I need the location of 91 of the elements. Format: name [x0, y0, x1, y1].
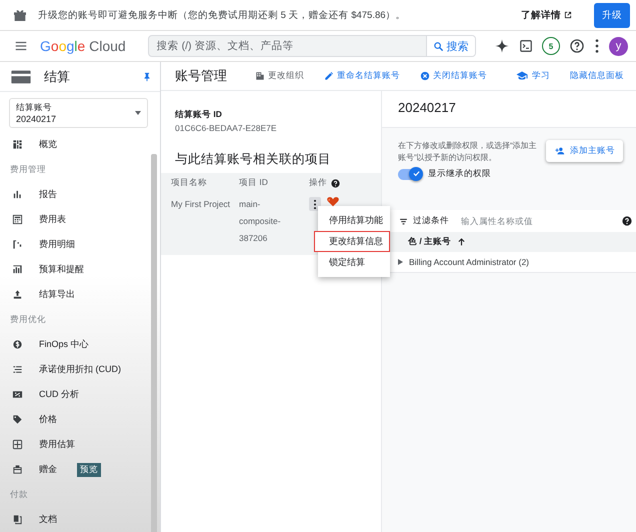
field-label: 结算账号 ID — [174, 109, 223, 121]
notification-badge[interactable]: 5 — [542, 37, 560, 55]
menu-icon — [14, 39, 28, 53]
nav-item[interactable]: 承诺使用折扣 (CUD) — [0, 357, 148, 382]
nav-item[interactable]: FinOps 中心 — [0, 332, 148, 357]
nav-item[interactable]: 文档 — [0, 507, 148, 532]
account-id: 01C6C6-BEDAA7-E28E7E — [174, 123, 278, 133]
learn-more-link[interactable]: 了解详情 — [521, 8, 572, 22]
learn-button[interactable]: 学习 — [509, 70, 556, 82]
table-cell-text: main-composite-387206 — [239, 198, 282, 245]
heart-icon — [326, 195, 340, 208]
terminal-icon — [519, 39, 533, 53]
search-field[interactable]: 搜索 (/) 资源、文档、产品等 搜索 — [148, 35, 476, 57]
table-icon — [12, 214, 23, 225]
gift-box-icon — [12, 464, 23, 475]
field-value: 20240217 — [16, 114, 58, 124]
banner-message: 升级您的账号即可避免服务中断（您的免费试用期还剩 5 天，赠金还有 $475.86）。 — [38, 8, 407, 22]
nav-item[interactable]: 费用估算 — [0, 432, 148, 457]
rename-button[interactable]: 重命名结算账号 — [318, 70, 406, 82]
filter-icon — [398, 216, 409, 226]
section-heading: 费用管理 — [9, 162, 47, 176]
credit-card-icon — [10, 68, 32, 84]
column-header[interactable]: 色 / 主账号 — [408, 236, 452, 248]
document-icon — [12, 514, 23, 525]
percent-icon — [12, 389, 23, 400]
chart-icon — [12, 239, 23, 250]
menu-item[interactable]: 更改结算信息 — [314, 231, 390, 252]
panel-description: 在下方修改或删除权限，或选择“添加主账号”以授予新的访问权限。 — [398, 140, 538, 164]
bar-chart-icon — [12, 189, 23, 200]
building-icon — [255, 71, 265, 81]
nav-item[interactable]: 费用明细 — [0, 232, 148, 257]
page-title: 结算 — [44, 68, 71, 86]
cancel-icon — [420, 71, 430, 81]
nav-item[interactable]: 赠金 预览 — [0, 457, 148, 482]
menu-item[interactable]: 停用结算功能 — [318, 210, 390, 231]
sort-arrow-icon — [457, 237, 466, 247]
more-button[interactable] — [309, 197, 321, 211]
check-icon — [412, 169, 420, 178]
list-icon — [12, 364, 23, 375]
toggle-switch[interactable] — [398, 168, 422, 180]
external-link-icon — [564, 11, 572, 19]
change-org-button[interactable]: 更改组织 — [249, 70, 310, 82]
nav-item[interactable]: 价格 — [0, 407, 148, 432]
more-icon — [594, 38, 600, 54]
nav-item[interactable]: 预算和提醒 — [0, 257, 148, 282]
nav-item[interactable]: 概览 — [0, 132, 148, 157]
section-heading: 与此结算账号相关联的项目 — [174, 151, 332, 168]
google-cloud-logo[interactable]: Google Cloud — [40, 38, 126, 54]
column-header: 项目名称 — [170, 176, 208, 189]
calculator-icon — [12, 439, 23, 450]
filter-input[interactable]: 输入属性名称或值 — [459, 215, 618, 227]
scrollbar[interactable] — [151, 154, 157, 532]
nav-item[interactable]: 结算导出 — [0, 282, 148, 307]
column-header: 项目 ID — [239, 176, 269, 189]
more-icon — [313, 198, 317, 210]
search-button[interactable]: 搜索 — [426, 36, 475, 56]
graduation-cap-icon — [515, 70, 529, 82]
upgrade-button[interactable]: 升级 — [594, 2, 630, 28]
add-principal-button[interactable]: 添加主账号 — [546, 140, 623, 162]
close-account-button[interactable]: 关闭结算账号 — [414, 70, 493, 82]
search-icon — [432, 40, 444, 52]
add-person-icon — [554, 146, 566, 156]
field-label: 结算账号 — [16, 102, 53, 114]
nav-item[interactable]: 报告 — [0, 182, 148, 207]
pin-icon — [142, 72, 152, 82]
help-icon — [569, 38, 585, 54]
nav-item[interactable]: CUD 分析 — [0, 382, 148, 407]
bar-chart-icon — [12, 264, 23, 275]
expand-icon[interactable] — [398, 259, 403, 265]
upload-icon — [12, 289, 23, 300]
preview-badge: 预览 — [77, 462, 101, 476]
section-heading: 付款 — [9, 488, 29, 500]
section-title: 账号管理 — [175, 67, 227, 85]
section-heading: 费用优化 — [9, 312, 47, 326]
pencil-icon — [324, 71, 334, 81]
user-avatar[interactable]: y — [609, 36, 628, 56]
panel-title: 20240217 — [382, 91, 636, 128]
table-cell-text: My First Project — [170, 198, 232, 211]
sparkle-icon — [494, 38, 510, 54]
tag-icon — [12, 414, 23, 425]
dashboard-icon — [12, 139, 23, 150]
nav-item[interactable]: 费用表 — [0, 207, 148, 232]
help-icon — [331, 178, 340, 188]
column-header: 操作 — [309, 177, 327, 189]
dollar-icon — [12, 339, 23, 350]
filter-label: 过滤条件 — [413, 215, 449, 227]
help-icon — [622, 216, 632, 226]
hide-panel-button[interactable]: 隐藏信息面板 — [564, 70, 630, 82]
toggle-label: 显示继承的权限 — [428, 168, 491, 180]
menu-item[interactable]: 锁定结算 — [318, 252, 390, 273]
account-select[interactable]: 结算账号 20240217 — [9, 98, 148, 128]
